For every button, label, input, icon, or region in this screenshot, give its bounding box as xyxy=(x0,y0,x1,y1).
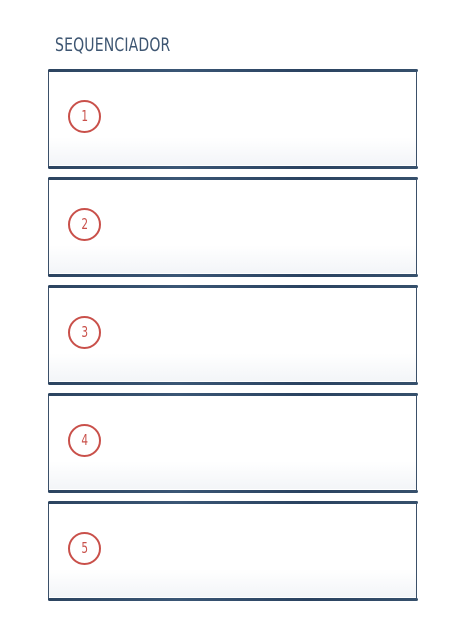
step-number: 3 xyxy=(81,323,88,341)
step-writing-area[interactable] xyxy=(49,289,416,381)
step-number-badge: 4 xyxy=(68,424,101,457)
step-number-badge: 2 xyxy=(68,208,101,241)
step-writing-area[interactable] xyxy=(49,73,416,165)
sequence-step-1[interactable]: 1 xyxy=(47,69,418,169)
sequence-step-2[interactable]: 2 xyxy=(47,177,418,277)
step-number: 5 xyxy=(81,539,88,557)
step-number: 4 xyxy=(81,431,88,449)
step-number-badge: 3 xyxy=(68,316,101,349)
step-writing-area[interactable] xyxy=(49,181,416,273)
sequence-step-5[interactable]: 5 xyxy=(47,501,418,601)
sequence-step-3[interactable]: 3 xyxy=(47,285,418,385)
step-number: 1 xyxy=(81,107,88,125)
step-writing-area[interactable] xyxy=(49,397,416,489)
step-number-badge: 5 xyxy=(68,532,101,565)
sequence-step-4[interactable]: 4 xyxy=(47,393,418,493)
step-number-badge: 1 xyxy=(68,100,101,133)
sequence-list: 1 2 3 4 5 xyxy=(47,69,418,610)
step-number: 2 xyxy=(81,215,88,233)
step-writing-area[interactable] xyxy=(49,505,416,597)
page-title: SEQUENCIADOR xyxy=(55,34,171,56)
